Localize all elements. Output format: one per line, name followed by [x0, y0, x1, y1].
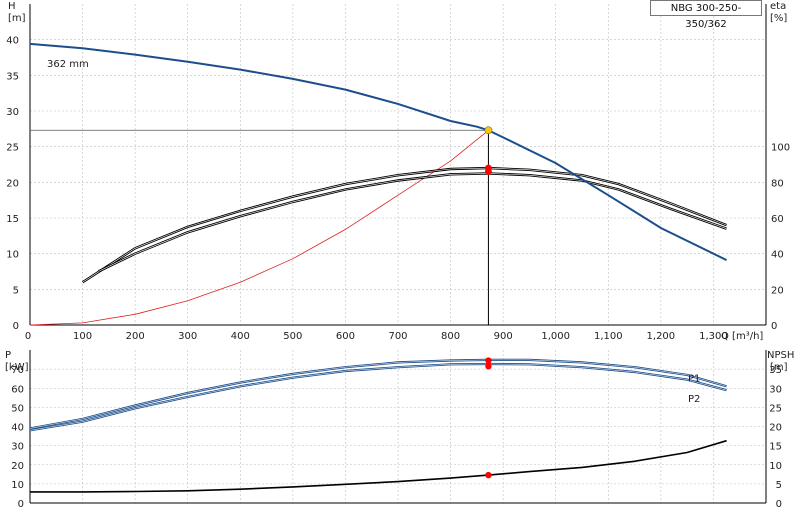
eta-tick-label: 80 — [771, 178, 784, 189]
head-axis-unit: [m] — [8, 13, 26, 24]
power-tick-label: 50 — [11, 403, 24, 414]
head-tick-label: 40 — [6, 36, 19, 47]
power-curve-P2 — [29, 362, 727, 432]
head-tick-label: 15 — [6, 214, 19, 225]
power-axis-label: P — [5, 350, 11, 361]
npsh-tick-label: 5 — [776, 480, 782, 491]
eta-tick-label: 20 — [771, 285, 784, 296]
npsh-tick-label: 20 — [769, 423, 782, 434]
power-point-P1 — [485, 357, 492, 364]
x-tick-label: 800 — [441, 331, 460, 342]
x-tick-label: 1,300 — [699, 331, 728, 342]
x-tick-label: 1,100 — [594, 331, 623, 342]
npsh-tick-label: 25 — [769, 403, 782, 414]
eta-tick-label: 100 — [771, 143, 790, 154]
power-point-P2 — [485, 363, 492, 370]
series-label-P2: P2 — [688, 394, 700, 405]
power-tick-label: 40 — [11, 423, 24, 434]
npsh-tick-label: 15 — [769, 442, 782, 453]
npsh-tick-label: 30 — [769, 384, 782, 395]
npsh-tick-label: 10 — [769, 461, 782, 472]
x-tick-label: 700 — [388, 331, 407, 342]
x-tick-label: 0 — [25, 331, 31, 342]
power-tick-label: 10 — [11, 480, 24, 491]
pump-curve-chart: H [m] eta [%] P [kW] NPSH [m] Q [m³/h] 0 100 200 300… — [0, 0, 800, 520]
power-tick-label: 70 — [11, 365, 24, 376]
power-tick-label: 20 — [11, 461, 24, 472]
npsh-tick-label: 0 — [776, 499, 782, 510]
head-tick-label: 30 — [6, 107, 19, 118]
npsh-tick-label: 35 — [769, 365, 782, 376]
x-tick-label: 500 — [283, 331, 302, 342]
x-tick-label: 200 — [126, 331, 145, 342]
eta-tick-label: 60 — [771, 214, 784, 225]
power-tick-label: 30 — [11, 442, 24, 453]
head-tick-label: 5 — [13, 285, 19, 296]
efficiency-curve-highlight-eta_upper — [82, 167, 727, 283]
head-tick-label: 25 — [6, 143, 19, 154]
impeller-diameter-label: 362 mm — [47, 59, 89, 70]
head-axis-label: H — [8, 1, 16, 12]
power-tick-label: 60 — [11, 384, 24, 395]
eta-axis-unit: [%] — [770, 13, 787, 24]
x-tick-label: 100 — [73, 331, 92, 342]
system-curve — [29, 129, 489, 326]
duty-point — [484, 126, 493, 135]
power-curve-highlight-P2 — [29, 363, 727, 431]
eta-axis-label: eta — [770, 1, 786, 12]
pump-curve-svg: H[m]eta[%]P[kW]NPSH[m]Q [m³/h]0 100 200 300… — [5, 1, 794, 510]
efficiency-point-lower — [485, 168, 492, 176]
head-tick-label: 0 — [13, 321, 19, 332]
eta-tick-label: 40 — [771, 250, 784, 261]
x-tick-label: 1,000 — [541, 331, 570, 342]
x-tick-label: 300 — [178, 331, 197, 342]
power-tick-label: 0 — [18, 499, 24, 510]
head-tick-label: 35 — [6, 71, 19, 82]
x-tick-label: 400 — [231, 331, 250, 342]
head-curve — [29, 42, 728, 261]
model-label: NBG 300-250-350/362 — [650, 0, 762, 30]
head-tick-label: 10 — [6, 250, 19, 261]
npsh-axis-label: NPSH — [767, 350, 794, 361]
series-label-P1: P1 — [688, 373, 700, 384]
x-tick-label: 900 — [494, 331, 513, 342]
head-tick-label: 20 — [6, 178, 19, 189]
x-tick-label: 1,200 — [647, 331, 676, 342]
npsh-curve — [30, 439, 727, 493]
npsh-point — [485, 471, 492, 479]
x-tick-label: 600 — [336, 331, 355, 342]
efficiency-curve-eta_upper — [81, 166, 728, 284]
eta-tick-label: 0 — [771, 321, 777, 332]
